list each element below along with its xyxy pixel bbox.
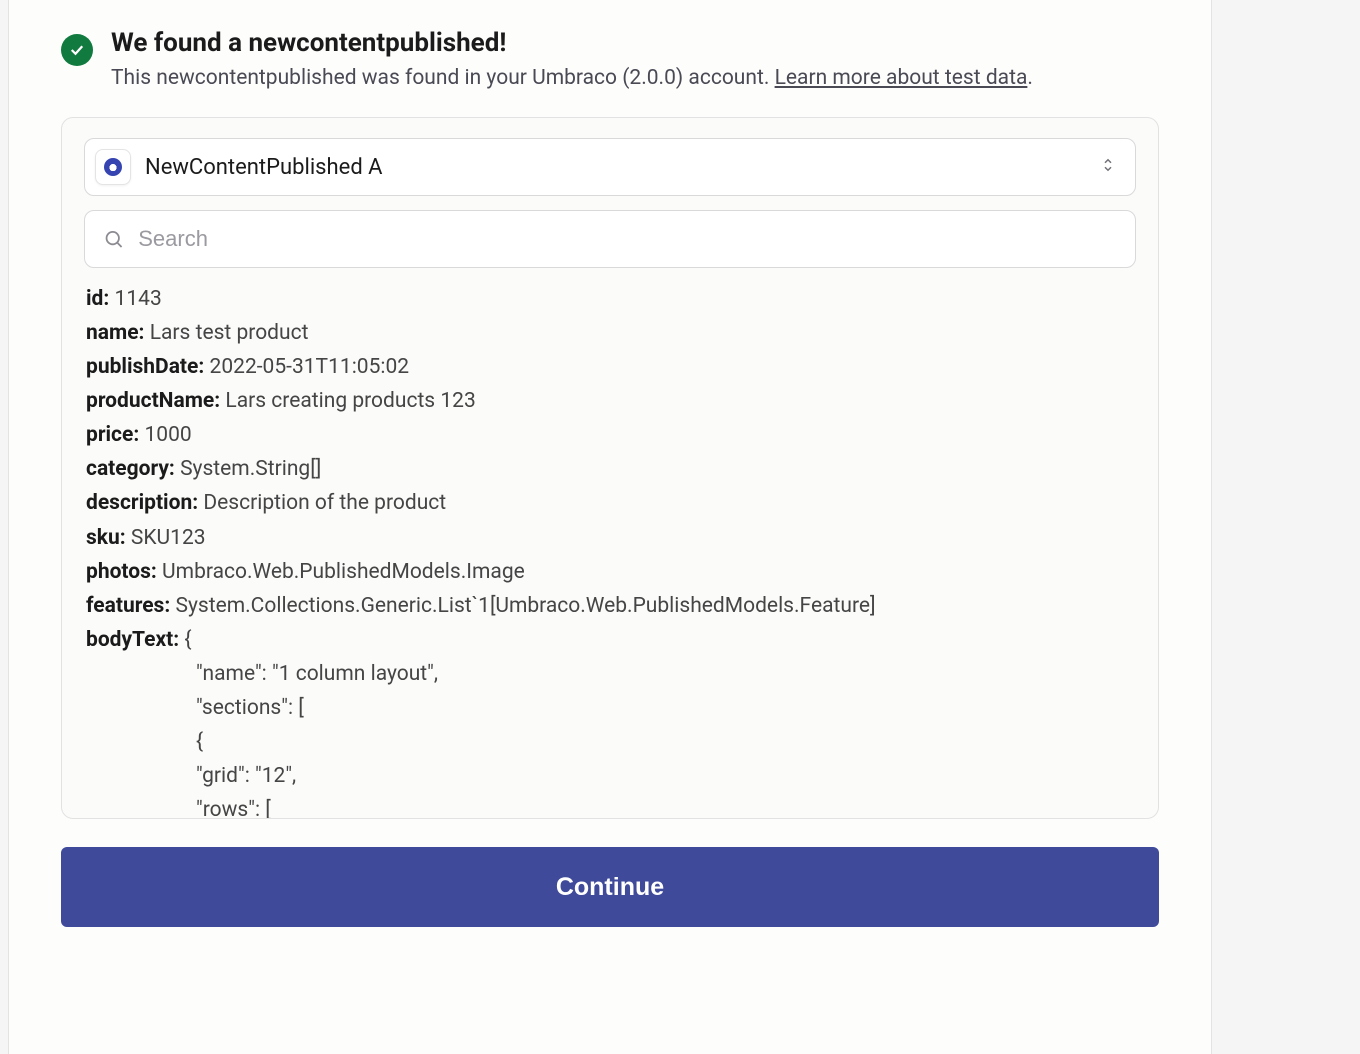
umbraco-app-icon bbox=[95, 149, 131, 185]
header-subtitle: This newcontentpublished was found in yo… bbox=[111, 64, 1033, 93]
header-text-block: We found a newcontentpublished! This new… bbox=[111, 28, 1033, 93]
payload-field-row: category: System.String[] bbox=[86, 452, 1132, 486]
payload-field-row: description: Description of the product bbox=[86, 486, 1132, 520]
payload-field-value: Lars test product bbox=[150, 321, 309, 345]
record-select-label: NewContentPublished A bbox=[145, 155, 1099, 180]
payload-field-row: features: System.Collections.Generic.Lis… bbox=[86, 589, 1132, 623]
payload-field-value: 1000 bbox=[144, 423, 191, 447]
payload-field-value: System.Collections.Generic.List`1[Umbrac… bbox=[175, 594, 875, 618]
header-subtitle-prefix: This newcontentpublished was found in yo… bbox=[111, 66, 775, 90]
payload-json-line: "sections": [ bbox=[86, 691, 1132, 725]
payload-field-row: id: 1143 bbox=[86, 282, 1132, 316]
search-input[interactable] bbox=[138, 226, 1117, 252]
payload-field-row: productName: Lars creating products 123 bbox=[86, 384, 1132, 418]
dialog-panel: We found a newcontentpublished! This new… bbox=[8, 0, 1212, 1054]
payload-field-row: sku: SKU123 bbox=[86, 521, 1132, 555]
learn-more-link[interactable]: Learn more about test data bbox=[775, 66, 1028, 90]
payload-field-key: description: bbox=[86, 491, 203, 515]
payload-json-line: "name": "1 column layout", bbox=[86, 657, 1132, 691]
search-field[interactable] bbox=[84, 210, 1136, 268]
payload-field-key: name: bbox=[86, 321, 150, 345]
payload-field-key: features: bbox=[86, 594, 175, 618]
success-check-icon bbox=[61, 34, 93, 66]
payload-field-value: Umbraco.Web.PublishedModels.Image bbox=[162, 560, 525, 584]
payload-viewer[interactable]: id: 1143name: Lars test productpublishDa… bbox=[84, 282, 1136, 818]
payload-field-row: name: Lars test product bbox=[86, 316, 1132, 350]
payload-field-key: bodyText: bbox=[86, 628, 184, 652]
header-title: We found a newcontentpublished! bbox=[111, 28, 1033, 58]
continue-button[interactable]: Continue bbox=[61, 847, 1159, 927]
chevron-up-down-icon bbox=[1099, 156, 1117, 178]
payload-field-key: sku: bbox=[86, 526, 131, 550]
payload-json-line: "grid": "12", bbox=[86, 759, 1132, 793]
payload-field-key: price: bbox=[86, 423, 144, 447]
payload-json-line: "rows": [ bbox=[86, 793, 1132, 819]
payload-field-key: category: bbox=[86, 457, 180, 481]
payload-field-value: SKU123 bbox=[131, 526, 206, 550]
payload-field-row: price: 1000 bbox=[86, 418, 1132, 452]
payload-field-key: photos: bbox=[86, 560, 162, 584]
payload-field-row: bodyText: { bbox=[86, 623, 1132, 657]
payload-field-value: { bbox=[184, 628, 191, 652]
payload-field-value: System.String[] bbox=[180, 457, 321, 481]
data-card: NewContentPublished A id: 1143name: Lars… bbox=[61, 117, 1159, 819]
payload-field-value: 2022-05-31T11:05:02 bbox=[210, 355, 410, 379]
payload-field-key: productName: bbox=[86, 389, 225, 413]
payload-field-key: id: bbox=[86, 287, 115, 311]
payload-field-key: publishDate: bbox=[86, 355, 210, 379]
dialog-header: We found a newcontentpublished! This new… bbox=[61, 28, 1159, 93]
search-icon bbox=[103, 228, 124, 250]
record-select-dropdown[interactable]: NewContentPublished A bbox=[84, 138, 1136, 196]
payload-field-value: Description of the product bbox=[203, 491, 446, 515]
payload-field-row: publishDate: 2022-05-31T11:05:02 bbox=[86, 350, 1132, 384]
payload-json-line: { bbox=[86, 725, 1132, 759]
payload-field-value: 1143 bbox=[115, 287, 162, 311]
payload-field-value: Lars creating products 123 bbox=[225, 389, 475, 413]
payload-field-row: photos: Umbraco.Web.PublishedModels.Imag… bbox=[86, 555, 1132, 589]
header-subtitle-suffix: . bbox=[1027, 66, 1033, 90]
